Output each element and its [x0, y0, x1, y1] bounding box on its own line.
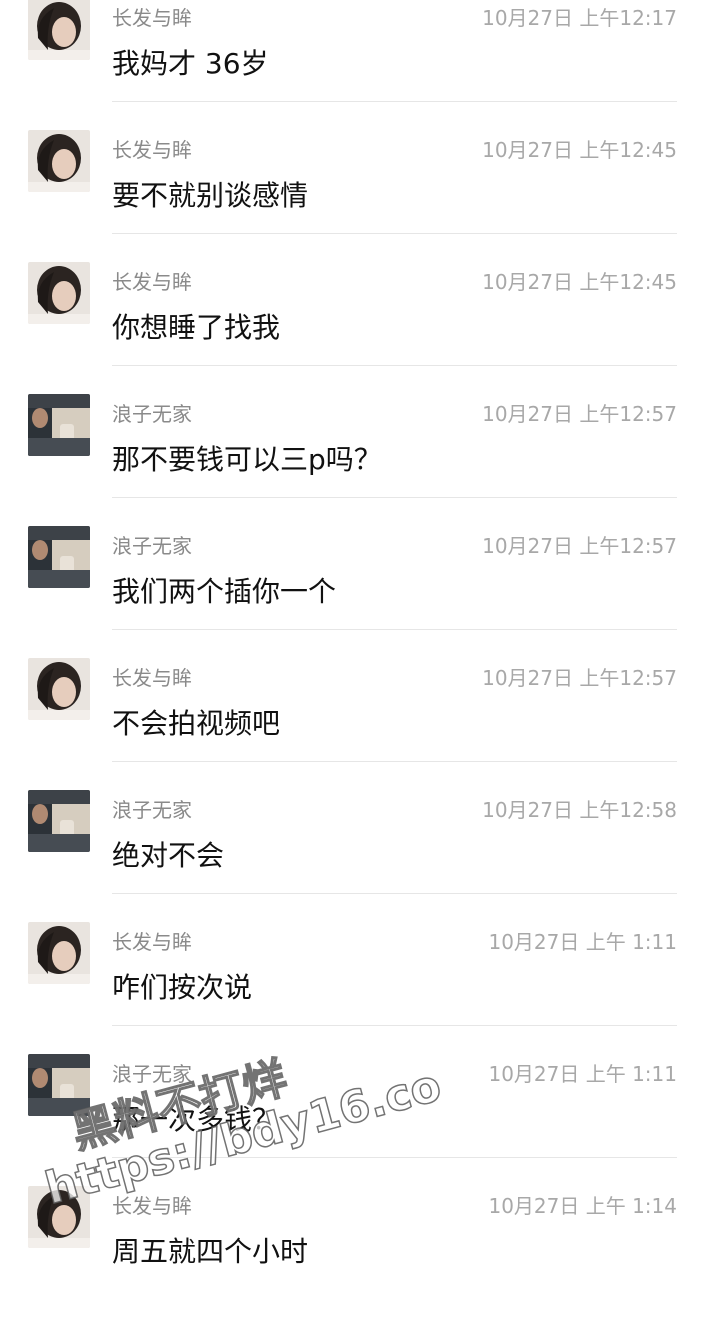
message-timestamp: 10月27日 上午12:57 — [482, 534, 677, 558]
woman-portrait-avatar[interactable] — [28, 922, 90, 984]
chat-message-row[interactable]: 长发与眸 10月27日 上午 1:14 周五就四个小时 — [0, 1186, 705, 1318]
sender-name: 长发与眸 — [112, 138, 192, 162]
message-timestamp: 10月27日 上午 1:11 — [488, 1062, 677, 1086]
sender-name: 长发与眸 — [112, 1194, 192, 1218]
message-timestamp: 10月27日 上午 1:11 — [488, 930, 677, 954]
chat-message-list: 长发与眸 10月27日 上午12:17 我妈才 36岁 长发与眸 10月27日 … — [0, 0, 705, 1318]
message-text: 绝对不会 — [112, 839, 225, 872]
sender-name: 长发与眸 — [112, 6, 192, 30]
message-timestamp: 10月27日 上午12:57 — [482, 666, 677, 690]
chat-message-row[interactable]: 浪子无家 10月27日 上午 1:11 那一次多钱？ — [0, 1054, 705, 1186]
woman-portrait-avatar[interactable] — [28, 658, 90, 720]
woman-portrait-avatar[interactable] — [28, 0, 90, 60]
message-text: 咋们按次说 — [112, 971, 253, 1004]
chat-message-row[interactable]: 长发与眸 10月27日 上午12:45 你想睡了找我 — [0, 262, 705, 394]
sender-name: 长发与眸 — [112, 666, 192, 690]
divider — [112, 365, 677, 366]
chat-message-row[interactable]: 浪子无家 10月27日 上午12:57 那不要钱可以三p吗？ — [0, 394, 705, 526]
man-in-car-avatar[interactable] — [28, 394, 90, 456]
message-timestamp: 10月27日 上午12:45 — [482, 138, 677, 162]
chat-message-row[interactable]: 浪子无家 10月27日 上午12:57 我们两个插你一个 — [0, 526, 705, 658]
woman-portrait-avatar[interactable] — [28, 1186, 90, 1248]
message-text: 你想睡了找我 — [112, 311, 281, 344]
chat-message-row[interactable]: 长发与眸 10月27日 上午 1:11 咋们按次说 — [0, 922, 705, 1054]
message-timestamp: 10月27日 上午12:45 — [482, 270, 677, 294]
divider — [112, 893, 677, 894]
message-timestamp: 10月27日 上午12:17 — [482, 6, 677, 30]
chat-message-row[interactable]: 长发与眸 10月27日 上午12:57 不会拍视频吧 — [0, 658, 705, 790]
divider — [112, 497, 677, 498]
message-text: 我妈才 36岁 — [112, 47, 269, 80]
divider — [112, 1025, 677, 1026]
message-text: 那一次多钱？ — [112, 1103, 281, 1136]
man-in-car-avatar[interactable] — [28, 790, 90, 852]
woman-portrait-avatar[interactable] — [28, 130, 90, 192]
chat-message-row[interactable]: 浪子无家 10月27日 上午12:58 绝对不会 — [0, 790, 705, 922]
woman-portrait-avatar[interactable] — [28, 262, 90, 324]
chat-message-row[interactable]: 长发与眸 10月27日 上午12:45 要不就别谈感情 — [0, 130, 705, 262]
divider — [112, 629, 677, 630]
sender-name: 浪子无家 — [112, 534, 192, 558]
divider — [112, 1157, 677, 1158]
sender-name: 浪子无家 — [112, 798, 192, 822]
message-text: 不会拍视频吧 — [112, 707, 281, 740]
message-text: 那不要钱可以三p吗？ — [112, 443, 382, 476]
sender-name: 长发与眸 — [112, 930, 192, 954]
message-timestamp: 10月27日 上午12:57 — [482, 402, 677, 426]
divider — [112, 233, 677, 234]
message-text: 周五就四个小时 — [112, 1235, 309, 1268]
divider — [112, 101, 677, 102]
man-in-car-avatar[interactable] — [28, 526, 90, 588]
divider — [112, 761, 677, 762]
sender-name: 长发与眸 — [112, 270, 192, 294]
message-timestamp: 10月27日 上午12:58 — [482, 798, 677, 822]
sender-name: 浪子无家 — [112, 1062, 192, 1086]
sender-name: 浪子无家 — [112, 402, 192, 426]
message-timestamp: 10月27日 上午 1:14 — [488, 1194, 677, 1218]
chat-message-row[interactable]: 长发与眸 10月27日 上午12:17 我妈才 36岁 — [0, 0, 705, 130]
man-in-car-avatar[interactable] — [28, 1054, 90, 1116]
message-text: 我们两个插你一个 — [112, 575, 337, 608]
message-text: 要不就别谈感情 — [112, 179, 309, 212]
